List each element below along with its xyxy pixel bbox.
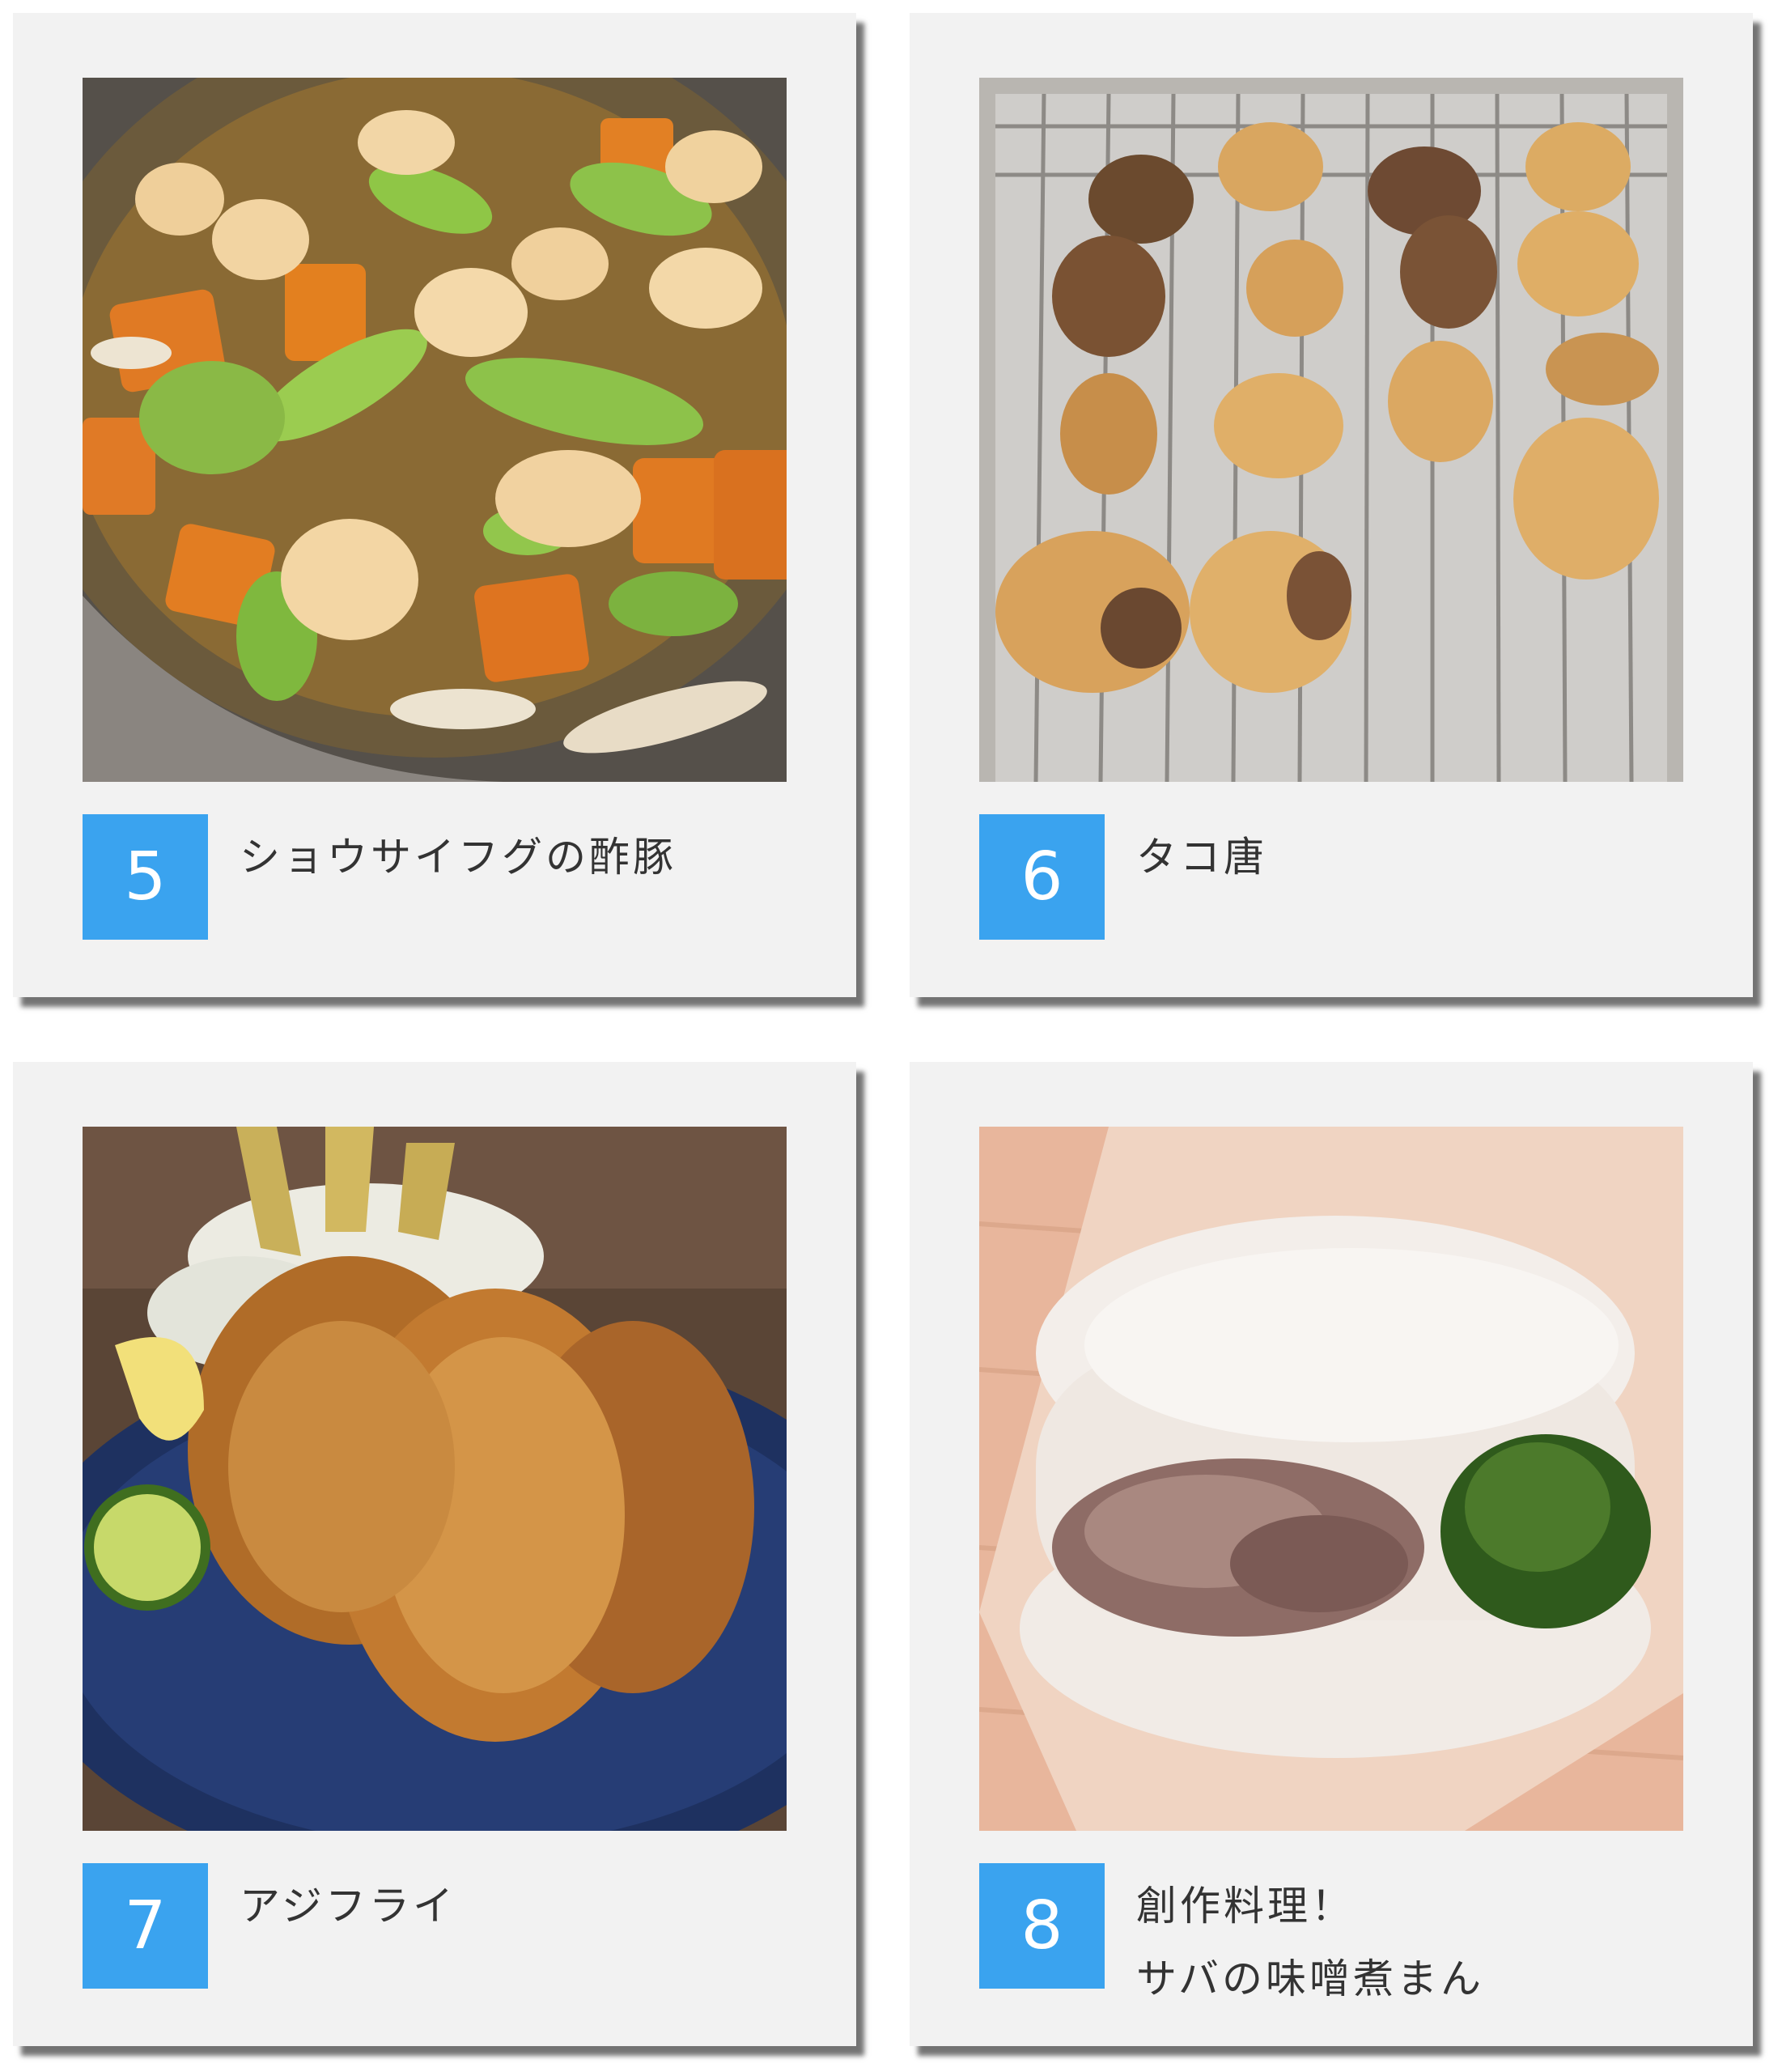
recipe-number-badge: 6 xyxy=(979,814,1105,940)
recipe-number-badge: 7 xyxy=(83,1863,208,1989)
recipe-caption: タコ唐 xyxy=(1136,821,1703,894)
recipe-card-6: 6 タコ唐 xyxy=(910,13,1753,997)
recipe-caption: 創作料理！ サバの味噌煮まん xyxy=(1136,1870,1703,2015)
recipe-caption: アジフライ xyxy=(240,1870,806,1942)
recipe-number-badge: 5 xyxy=(83,814,208,940)
recipe-card-7: 7 アジフライ xyxy=(13,1062,856,2046)
recipe-card-5: 5 ショウサイフグの酢豚 xyxy=(13,13,856,997)
recipe-caption: ショウサイフグの酢豚 xyxy=(240,821,806,894)
caption-line: ショウサイフグの酢豚 xyxy=(240,834,677,881)
photo-mackerel-miso-bun xyxy=(979,1127,1683,1831)
caption-line-1: 創作料理！ xyxy=(1136,1883,1355,1930)
photo-sweet-and-sour-pufferfish xyxy=(83,78,787,782)
caption-line: タコ唐 xyxy=(1136,834,1267,881)
photo-fried-octopus xyxy=(979,78,1683,782)
recipe-card-8: 8 創作料理！ サバの味噌煮まん xyxy=(910,1062,1753,2046)
recipe-number-badge: 8 xyxy=(979,1863,1105,1989)
photo-fried-horse-mackerel xyxy=(83,1127,787,1831)
caption-line-2: サバの味噌煮まん xyxy=(1136,1955,1484,2002)
caption-line: アジフライ xyxy=(240,1883,456,1930)
